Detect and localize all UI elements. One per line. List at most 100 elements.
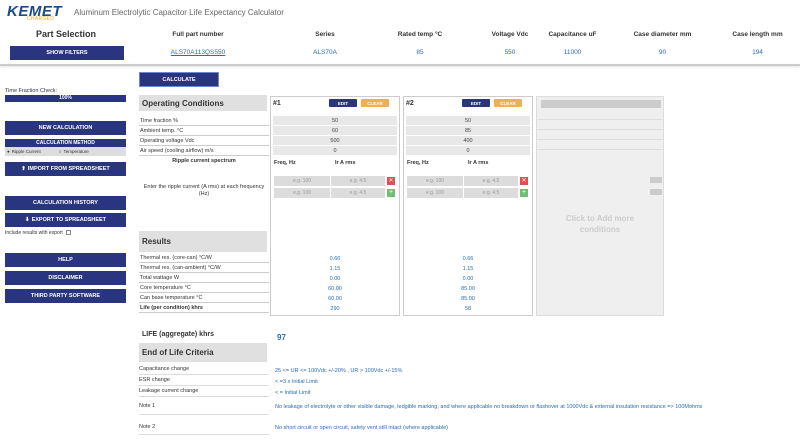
condition-2-edit-button[interactable]: EDIT xyxy=(462,99,490,107)
operating-conditions-title: Operating Conditions xyxy=(139,95,267,111)
eol-divider xyxy=(139,434,269,435)
import-spreadsheet-button[interactable]: ⬆ IMPORT FROM SPREADSHEET xyxy=(5,162,126,176)
condition-1-clear-button[interactable]: CLEAR xyxy=(361,99,389,107)
row-label-thermal-core-can: Thermal res. (core-can) °C/W xyxy=(139,253,269,263)
condition-1-thermal-can-ambient: 1.15 xyxy=(329,266,341,272)
header-separator xyxy=(0,64,800,66)
third-party-software-button[interactable]: THIRD PARTY SOFTWARE xyxy=(5,289,126,303)
condition-1-freq-label: Freq, Hz xyxy=(274,160,296,166)
download-icon: ⬇ xyxy=(24,217,30,223)
col-header-part-number: Full part number xyxy=(172,31,224,38)
rated-temp-value: 85 xyxy=(416,49,424,56)
row-label-ambient-temp: Ambient temp. °C xyxy=(139,126,269,136)
upload-icon: ⬆ xyxy=(21,166,26,172)
condition-1-values: 50 60 500 0 xyxy=(273,116,397,156)
condition-1-edit-button[interactable]: EDIT xyxy=(329,99,357,107)
add-condition-placeholder-box xyxy=(650,189,662,195)
eol-label-capacitance: Capacitance change xyxy=(139,366,190,372)
condition-1-total-wattage: 0.00 xyxy=(329,276,341,282)
row-label-time-fraction: Time fraction % xyxy=(139,116,269,126)
col-header-capacitance: Capacitance uF xyxy=(548,31,597,38)
eol-label-esr: ESR change xyxy=(139,377,170,383)
condition-2-clear-button[interactable]: CLEAR xyxy=(494,99,522,107)
condition-2-title: #2 xyxy=(406,100,414,107)
eol-value-note1: No leakage of electrolyte or other visib… xyxy=(275,404,703,410)
results-rows: Thermal res. (core-can) °C/W Thermal res… xyxy=(139,253,269,313)
eol-divider xyxy=(139,374,269,375)
row-label-life: Life (per condition) khrs xyxy=(139,303,269,313)
calc-method-header: CALCULATION METHOD xyxy=(5,139,126,147)
condition-1-freq-input-2[interactable]: e.g. 100 xyxy=(274,188,330,198)
eol-value-leakage: < = Initial Limit xyxy=(275,390,311,396)
include-results-checkbox[interactable] xyxy=(66,230,72,236)
eol-divider xyxy=(139,385,269,386)
add-conditions-label[interactable]: Click to Add more conditions xyxy=(560,213,640,235)
calc-method-options: ● Ripple Current ○ Temperature xyxy=(5,147,126,156)
condition-1-life: 290 xyxy=(330,306,340,312)
eol-value-capacitance: 25 <= UR <= 100Vdc +/-20% , UR > 100Vdc … xyxy=(275,368,403,374)
radio-temp-icon[interactable]: ○ xyxy=(59,149,62,154)
method-temp-label[interactable]: Temperature xyxy=(63,149,88,154)
series-value: ALS70A xyxy=(313,49,337,56)
add-row-icon[interactable]: + xyxy=(387,189,395,197)
life-aggregate-label: LIFE (aggregate) khrs xyxy=(142,331,214,338)
condition-2-irms-label: Ir A rms xyxy=(468,160,489,166)
remove-row-icon[interactable]: ✕ xyxy=(520,177,528,185)
row-label-can-base-temp: Can base temperature °C xyxy=(139,293,269,303)
ripple-spectrum-title: Ripple current spectrum xyxy=(172,158,236,164)
condition-2-core-temp: 85.00 xyxy=(461,286,475,292)
col-header-case-diameter: Case diameter mm xyxy=(633,31,692,38)
condition-1-irms-input-1[interactable]: e.g. 4.5 xyxy=(331,176,385,186)
condition-1-results: 0.66 1.15 0.00 60.00 60.00 290 xyxy=(273,254,397,314)
condition-2-thermal-core-can: 0.66 xyxy=(462,256,474,262)
add-condition-divider xyxy=(537,149,663,150)
export-spreadsheet-button[interactable]: ⬇ EXPORT TO SPREADSHEET xyxy=(5,213,126,227)
remove-row-icon[interactable]: ✕ xyxy=(387,177,395,185)
eol-value-note2: No short circuit or open circuit, safety… xyxy=(275,425,449,431)
condition-1-voltage: 500 xyxy=(273,136,397,146)
case-length-value: 194 xyxy=(752,49,763,56)
condition-1-time-fraction: 50 xyxy=(273,116,397,126)
condition-2-ambient-temp: 85 xyxy=(406,126,530,136)
method-ripple-label[interactable]: Ripple Current xyxy=(12,149,41,154)
eol-label-note1: Note 1 xyxy=(139,403,156,409)
calculate-button[interactable]: CALCULATE xyxy=(139,72,219,87)
time-fraction-label: Time Fraction Check: xyxy=(5,88,58,94)
eol-label-note2: Note 2 xyxy=(139,424,156,430)
condition-1-can-base-temp: 60.00 xyxy=(328,296,342,302)
condition-2-freq-input-1[interactable]: e.g. 100 xyxy=(407,176,463,186)
include-results-text: Include results with export xyxy=(5,230,63,236)
row-label-thermal-can-ambient: Thermal res. (can-ambient) °C/W xyxy=(139,263,269,273)
case-diameter-value: 90 xyxy=(658,49,667,56)
condition-card-2: #2 EDIT CLEAR 50 85 400 0 Freq, Hz Ir A … xyxy=(403,96,533,316)
radio-ripple-icon[interactable]: ● xyxy=(7,149,10,154)
condition-2-voltage: 400 xyxy=(406,136,530,146)
condition-2-irms-input-1[interactable]: e.g. 4.5 xyxy=(464,176,518,186)
condition-2-can-base-temp: 85.00 xyxy=(461,296,475,302)
condition-1-core-temp: 60.00 xyxy=(328,286,342,292)
end-of-life-title: End of Life Criteria xyxy=(139,343,267,362)
part-number-link[interactable]: ALS70A113QS550 xyxy=(150,49,246,56)
condition-2-thermal-can-ambient: 1.15 xyxy=(462,266,474,272)
logo-tagline: CHARGED xyxy=(27,16,55,22)
add-condition-card[interactable]: Click to Add more conditions xyxy=(536,96,664,316)
calculation-history-button[interactable]: CALCULATION HISTORY xyxy=(5,196,126,210)
disclaimer-button[interactable]: DISCLAIMER xyxy=(5,271,126,285)
condition-2-freq-input-2[interactable]: e.g. 100 xyxy=(407,188,463,198)
col-header-series: Series xyxy=(315,31,335,38)
col-header-voltage: Voltage Vdc xyxy=(491,31,529,38)
condition-1-thermal-core-can: 0.66 xyxy=(329,256,341,262)
show-filters-button[interactable]: SHOW FILTERS xyxy=(10,46,124,60)
condition-2-life: 58 xyxy=(464,306,472,312)
results-title: Results xyxy=(139,231,267,252)
condition-2-irms-input-2[interactable]: e.g. 4.5 xyxy=(464,188,518,198)
condition-1-irms-input-2[interactable]: e.g. 4.5 xyxy=(331,188,385,198)
life-aggregate-value: 97 xyxy=(277,333,286,342)
help-button[interactable]: HELP xyxy=(5,253,126,267)
add-row-icon[interactable]: + xyxy=(520,189,528,197)
new-calculation-button[interactable]: NEW CALCULATION xyxy=(5,121,126,135)
condition-2-freq-label: Freq, Hz xyxy=(407,160,429,166)
time-fraction-fill: 100% xyxy=(5,95,126,102)
condition-1-freq-input-1[interactable]: e.g. 100 xyxy=(274,176,330,186)
condition-2-results: 0.66 1.15 0.00 85.00 85.00 58 xyxy=(406,254,530,314)
